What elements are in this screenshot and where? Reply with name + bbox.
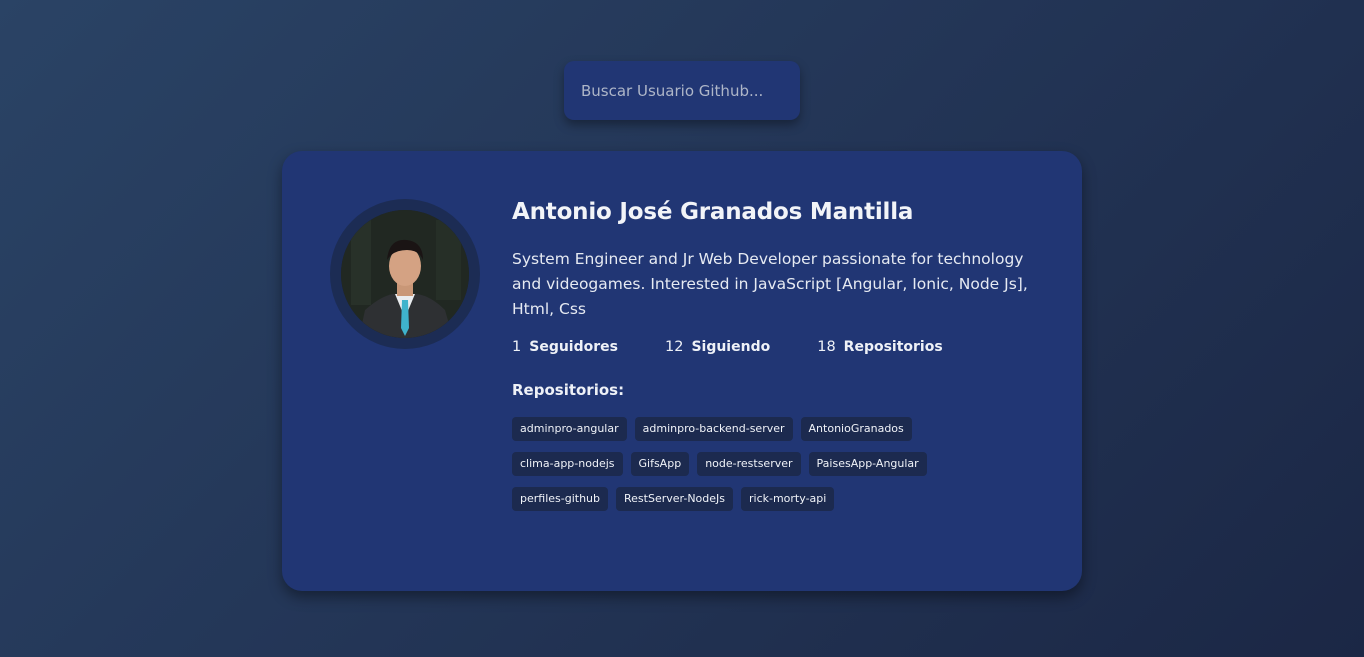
profile-name: Antonio José Granados Mantilla [512, 199, 914, 225]
stat-followers: 1 Seguidores [512, 339, 618, 355]
repo-link[interactable]: RestServer-NodeJs [616, 486, 733, 511]
profile-card: Antonio José Granados Mantilla System En… [282, 151, 1082, 591]
search-input[interactable] [564, 61, 800, 120]
avatar-ring [330, 199, 480, 349]
stat-count: 1 [512, 338, 522, 355]
repo-link[interactable]: AntonioGranados [800, 416, 912, 441]
stat-label: Siguiendo [691, 338, 771, 355]
search-box [564, 61, 800, 120]
stat-count: 18 [817, 338, 836, 355]
repo-link[interactable]: adminpro-angular [512, 416, 627, 441]
repo-link[interactable]: GifsApp [630, 451, 690, 476]
profile-bio: System Engineer and Jr Web Developer pas… [512, 249, 1028, 318]
stat-label: Repositorios [843, 338, 943, 355]
profile-stats: 1 Seguidores 12 Siguiendo 18 Repositorio… [512, 339, 1042, 355]
profile-info: Antonio José Granados Mantilla System En… [512, 199, 1042, 511]
repo-link[interactable]: adminpro-backend-server [634, 416, 793, 441]
repo-link[interactable]: perfiles-github [512, 486, 609, 511]
stat-count: 12 [664, 338, 684, 355]
stat-following: 12 Siguiendo [665, 339, 770, 355]
repo-list: adminpro-angular adminpro-backend-server… [512, 416, 982, 511]
avatar [341, 210, 469, 338]
repo-link[interactable]: rick-morty-api [741, 486, 835, 511]
stat-repos: 18 Repositorios [817, 339, 942, 355]
repos-heading: Repositorios: [512, 380, 625, 399]
stat-label: Seguidores [529, 338, 618, 355]
repo-link[interactable]: node-restserver [697, 451, 801, 476]
repo-link[interactable]: clima-app-nodejs [512, 451, 623, 476]
repo-link[interactable]: PaisesApp-Angular [808, 451, 927, 476]
